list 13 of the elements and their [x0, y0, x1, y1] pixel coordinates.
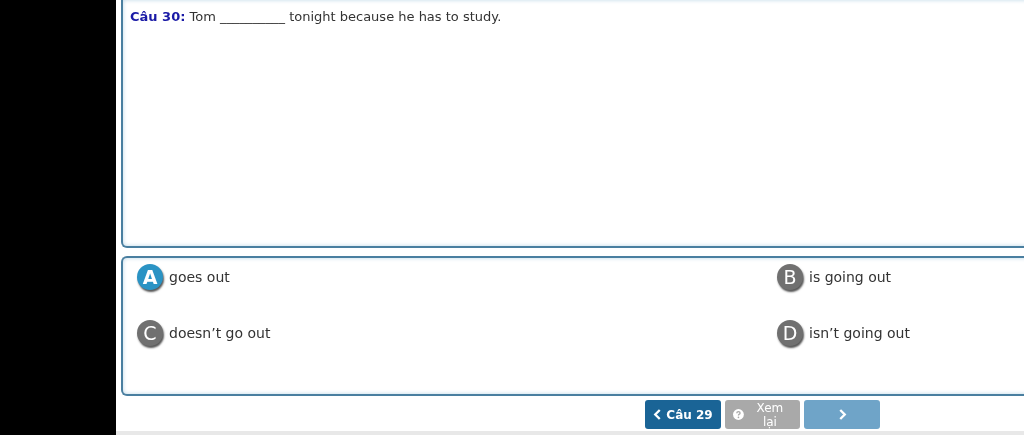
- answer-option[interactable]: D isn’t going out: [777, 320, 910, 346]
- answer-option[interactable]: A goes out: [137, 264, 230, 290]
- option-letter: B: [777, 264, 803, 290]
- option-letter: D: [777, 320, 803, 346]
- previous-button[interactable]: Câu 29: [645, 400, 721, 429]
- chevron-right-icon: [837, 409, 847, 420]
- help-icon: [733, 409, 744, 420]
- answer-option[interactable]: B is going out: [777, 264, 892, 290]
- answer-option[interactable]: C doesn’t go out: [137, 320, 271, 346]
- question-text: Câu 30: Tom __________ tonight because he has to study.: [130, 9, 503, 24]
- option-letter: C: [137, 320, 163, 346]
- option-letter: A: [137, 264, 163, 290]
- chevron-left-icon: [653, 409, 663, 420]
